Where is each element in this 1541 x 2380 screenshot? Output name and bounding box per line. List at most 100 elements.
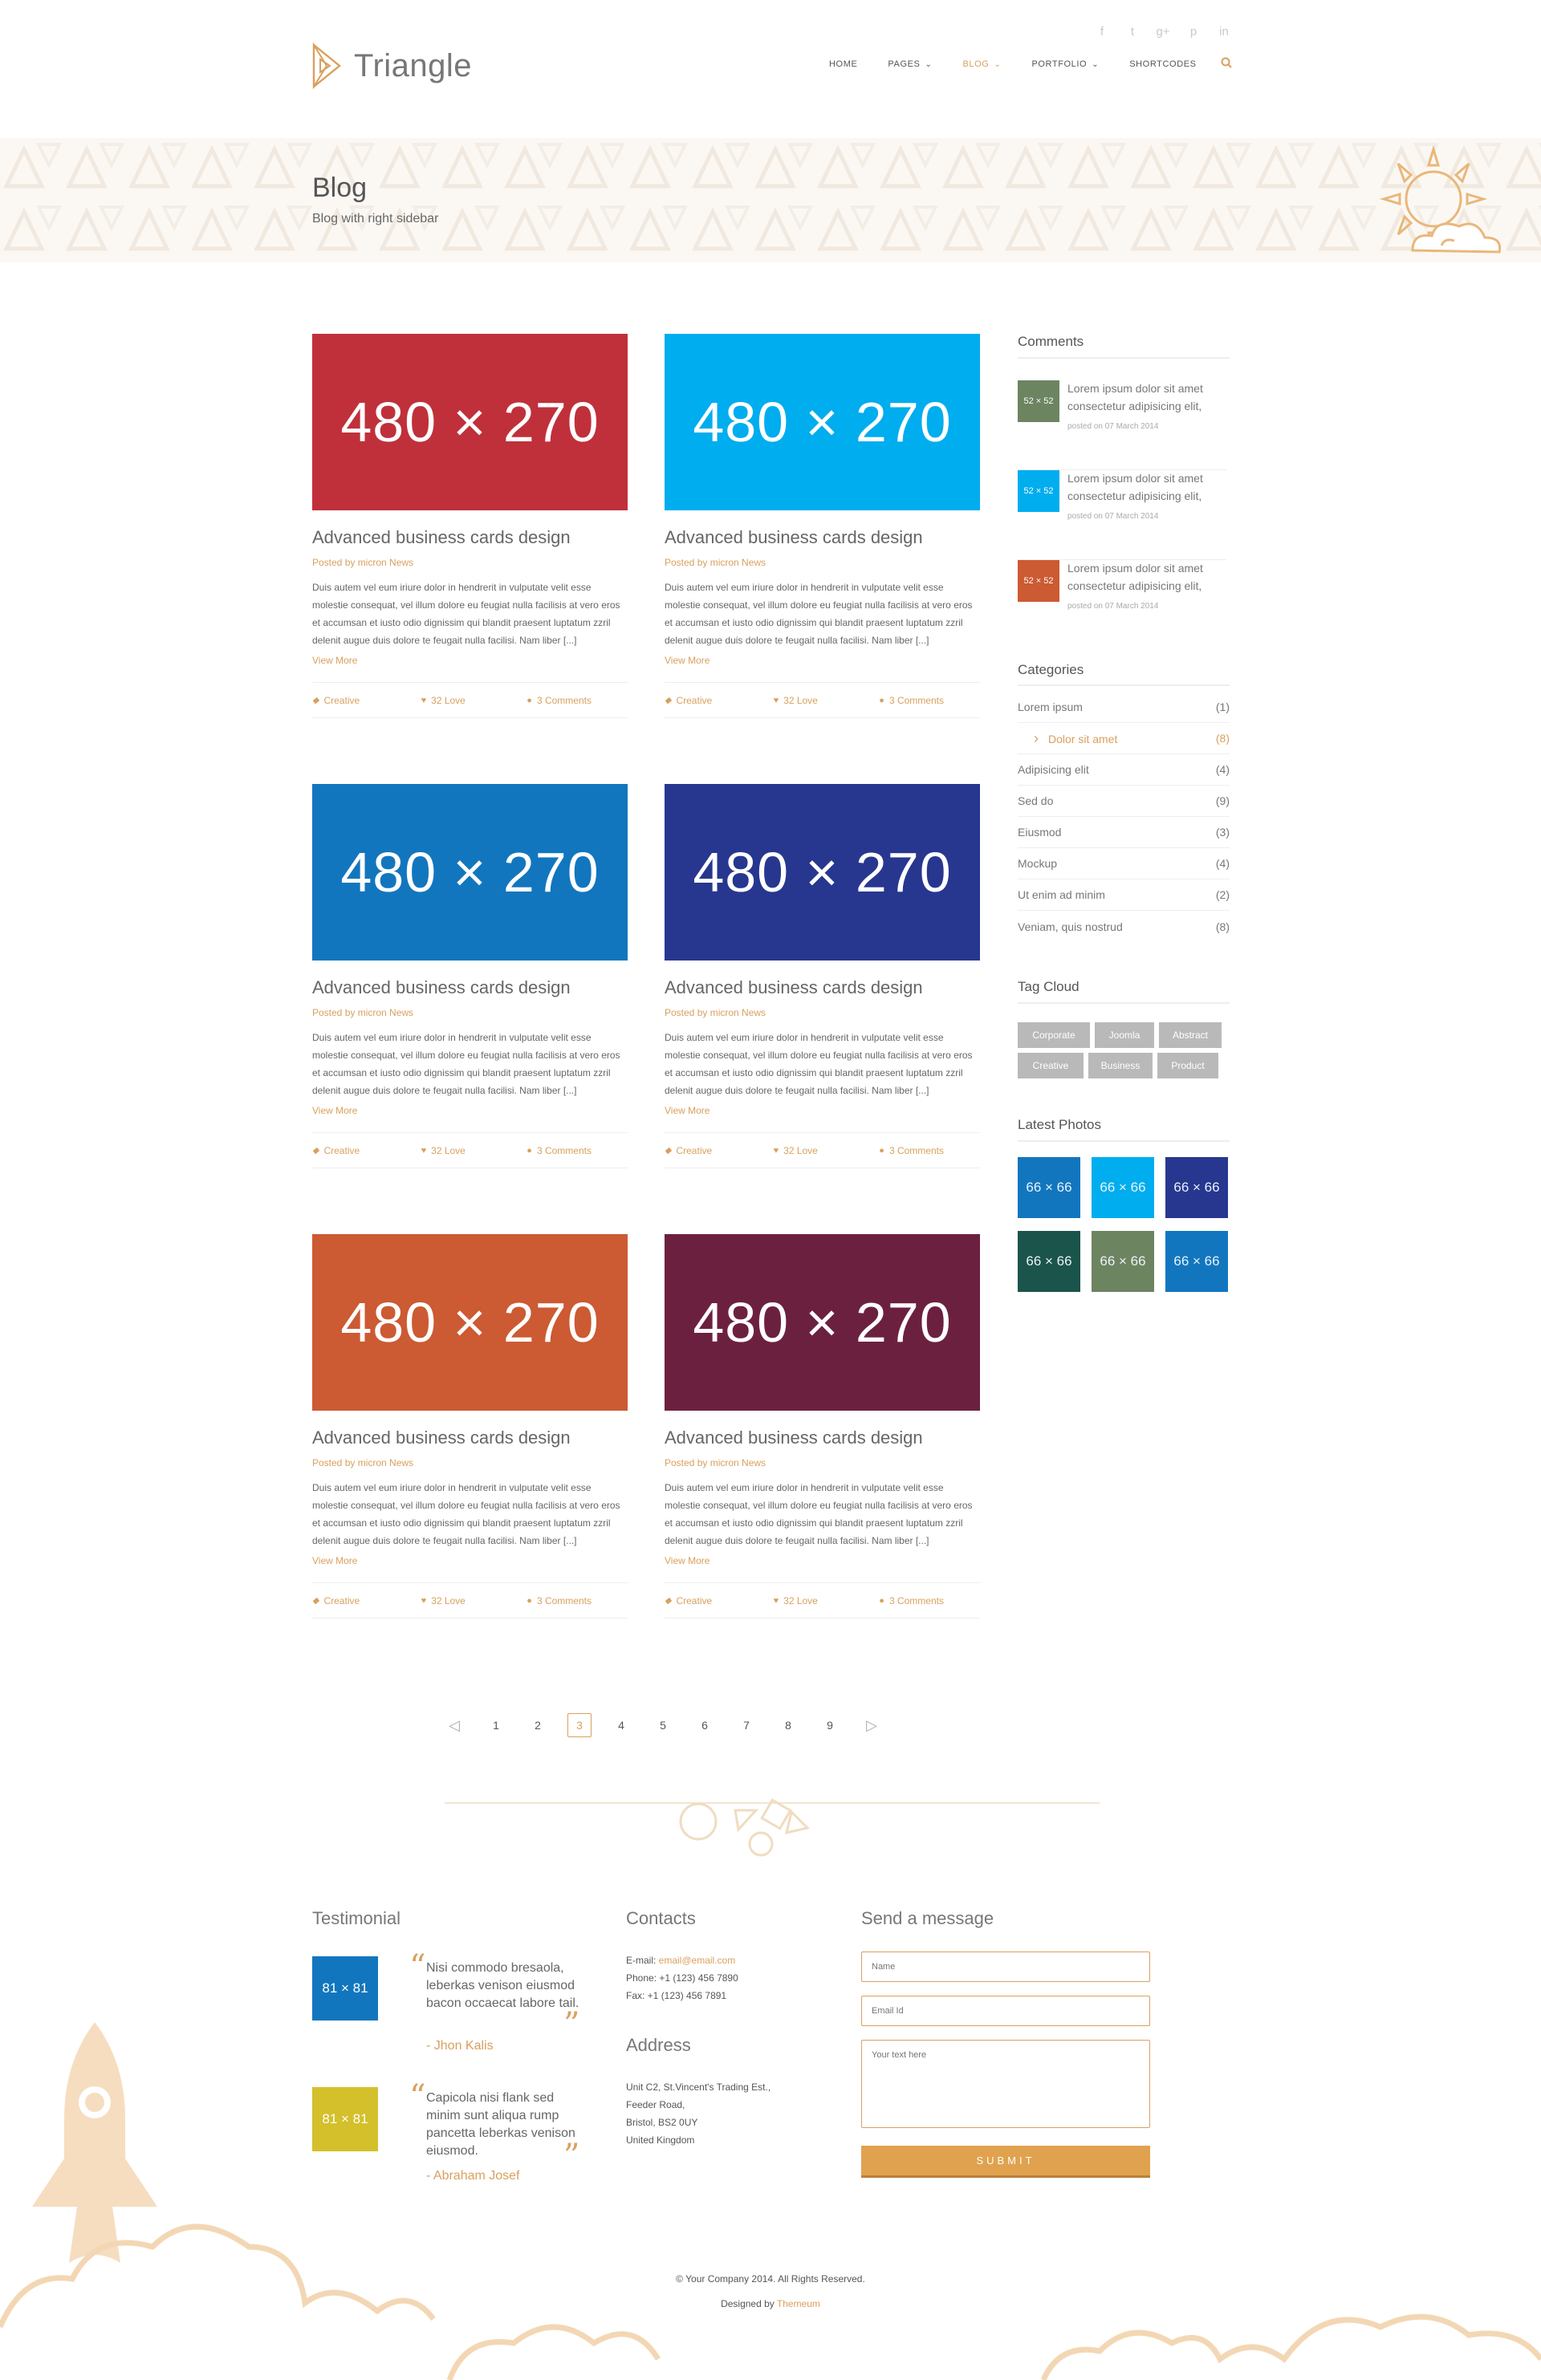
search-icon[interactable] — [1221, 57, 1232, 71]
next-page-icon[interactable]: ▷ — [851, 1717, 892, 1734]
post-author[interactable]: Posted by micron News — [312, 1007, 628, 1018]
category-item[interactable]: Veniam, quis nostrud (8) — [1018, 911, 1230, 942]
message-textarea[interactable] — [861, 2040, 1150, 2128]
post-title[interactable]: Advanced business cards design — [665, 977, 980, 998]
site-header: f t g+ p in Triangle HOME PAGES ⌄ BLOG ⌄ P… — [0, 0, 1541, 138]
post-comments[interactable]: ● 3 Comments — [879, 695, 944, 706]
post-category[interactable]: ◆ Creative — [665, 1595, 712, 1606]
recent-comment[interactable]: 52 × 52 Lorem ipsum dolor sit amet conse… — [1018, 380, 1226, 470]
dribbble-icon[interactable]: p — [1186, 24, 1201, 39]
latest-photo[interactable]: 66 × 66 — [1092, 1157, 1154, 1218]
post-comments[interactable]: ● 3 Comments — [879, 1145, 944, 1156]
post-title[interactable]: Advanced business cards design — [665, 527, 980, 548]
post-comments[interactable]: ● 3 Comments — [527, 1595, 592, 1606]
view-more-link[interactable]: View More — [312, 655, 628, 666]
nav-shortcodes[interactable]: SHORTCODES — [1129, 59, 1196, 69]
facebook-icon[interactable]: f — [1095, 24, 1109, 39]
site-logo[interactable]: Triangle — [312, 42, 472, 90]
post-category[interactable]: ◆ Creative — [312, 1595, 360, 1606]
post-category[interactable]: ◆ Creative — [312, 695, 360, 706]
latest-photo[interactable]: 66 × 66 — [1018, 1231, 1080, 1292]
view-more-link[interactable]: View More — [665, 655, 980, 666]
post-category[interactable]: ◆ Creative — [665, 1145, 712, 1156]
post-meta: ◆ Creative ♥ 32 Love ● 3 Comments — [312, 1582, 628, 1618]
post-category[interactable]: ◆ Creative — [665, 695, 712, 706]
post-thumbnail[interactable]: 480 × 270 — [665, 1234, 980, 1411]
page-link[interactable]: 7 — [726, 1719, 767, 1732]
email-link[interactable]: email@email.com — [659, 1955, 736, 1966]
view-more-link[interactable]: View More — [312, 1105, 628, 1116]
prev-page-icon[interactable]: ◁ — [433, 1717, 475, 1734]
triangle-logo-icon — [312, 42, 341, 90]
post-thumbnail[interactable]: 480 × 270 — [312, 334, 628, 510]
nav-portfolio[interactable]: PORTFOLIO ⌄ — [1031, 59, 1099, 69]
nav-home[interactable]: HOME — [829, 59, 857, 69]
linkedin-icon[interactable]: in — [1217, 24, 1231, 39]
post-title[interactable]: Advanced business cards design — [665, 1428, 980, 1448]
latest-photo[interactable]: 66 × 66 — [1018, 1157, 1080, 1218]
page-link[interactable]: 8 — [767, 1719, 809, 1732]
post-love[interactable]: ♥ 32 Love — [774, 1595, 818, 1606]
category-item[interactable]: Dolor sit amet (8) — [1018, 723, 1230, 754]
email-field[interactable] — [861, 1996, 1150, 2026]
category-item[interactable]: Sed do (9) — [1018, 786, 1230, 817]
designer-link[interactable]: Themeum — [777, 2298, 820, 2309]
post-thumbnail[interactable]: 480 × 270 — [312, 1234, 628, 1411]
page-link-current[interactable]: 3 — [567, 1713, 592, 1737]
post-love[interactable]: ♥ 32 Love — [774, 695, 818, 706]
category-item[interactable]: Mockup (4) — [1018, 848, 1230, 879]
tag-chip[interactable]: Corporate — [1018, 1022, 1090, 1048]
post-title[interactable]: Advanced business cards design — [312, 1428, 628, 1448]
post-love[interactable]: ♥ 32 Love — [421, 1595, 466, 1606]
tag-chip[interactable]: Creative — [1018, 1053, 1084, 1078]
view-more-link[interactable]: View More — [312, 1555, 628, 1566]
post-comments[interactable]: ● 3 Comments — [527, 1145, 592, 1156]
email-label: E-mail: — [626, 1955, 659, 1966]
recent-comment[interactable]: 52 × 52 Lorem ipsum dolor sit amet conse… — [1018, 560, 1226, 650]
tag-chip[interactable]: Business — [1088, 1053, 1153, 1078]
post-author[interactable]: Posted by micron News — [665, 1457, 980, 1468]
post-love[interactable]: ♥ 32 Love — [421, 1145, 466, 1156]
category-item[interactable]: Lorem ipsum (1) — [1018, 692, 1230, 723]
recent-comment[interactable]: 52 × 52 Lorem ipsum dolor sit amet conse… — [1018, 470, 1226, 560]
tag-chip[interactable]: Product — [1157, 1053, 1218, 1078]
post-thumbnail[interactable]: 480 × 270 — [665, 784, 980, 961]
post-thumbnail[interactable]: 480 × 270 — [665, 334, 980, 510]
post-comments[interactable]: ● 3 Comments — [879, 1595, 944, 1606]
love-label: 32 Love — [431, 1144, 466, 1156]
google-plus-icon[interactable]: g+ — [1156, 24, 1170, 39]
post-excerpt: Duis autem vel eum iriure dolor in hendr… — [665, 582, 973, 646]
latest-photo[interactable]: 66 × 66 — [1092, 1231, 1154, 1292]
page-link[interactable]: 9 — [809, 1719, 851, 1732]
view-more-link[interactable]: View More — [665, 1105, 980, 1116]
post-category[interactable]: ◆ Creative — [312, 1145, 360, 1156]
name-field[interactable] — [861, 1952, 1150, 1982]
submit-button[interactable]: SUBMIT — [861, 2146, 1150, 2178]
latest-photo[interactable]: 66 × 66 — [1165, 1157, 1228, 1218]
page-link[interactable]: 5 — [642, 1719, 684, 1732]
post-author[interactable]: Posted by micron News — [665, 557, 980, 568]
category-item[interactable]: Eiusmod (3) — [1018, 817, 1230, 848]
post-author[interactable]: Posted by micron News — [665, 1007, 980, 1018]
nav-pages[interactable]: PAGES ⌄ — [888, 59, 932, 69]
post-love[interactable]: ♥ 32 Love — [774, 1145, 818, 1156]
twitter-icon[interactable]: t — [1125, 24, 1140, 39]
page-link[interactable]: 4 — [600, 1719, 642, 1732]
category-item[interactable]: Ut enim ad minim (2) — [1018, 879, 1230, 911]
page-link[interactable]: 1 — [475, 1719, 517, 1732]
latest-photo[interactable]: 66 × 66 — [1165, 1231, 1228, 1292]
tag-chip[interactable]: Joomla — [1095, 1022, 1154, 1048]
post-title[interactable]: Advanced business cards design — [312, 977, 628, 998]
post-author[interactable]: Posted by micron News — [312, 557, 628, 568]
page-link[interactable]: 2 — [517, 1719, 559, 1732]
post-love[interactable]: ♥ 32 Love — [421, 695, 466, 706]
nav-blog[interactable]: BLOG ⌄ — [962, 59, 1001, 69]
view-more-link[interactable]: View More — [665, 1555, 980, 1566]
category-item[interactable]: Adipisicing elit (4) — [1018, 754, 1230, 786]
page-link[interactable]: 6 — [684, 1719, 726, 1732]
tag-chip[interactable]: Abstract — [1159, 1022, 1222, 1048]
post-thumbnail[interactable]: 480 × 270 — [312, 784, 628, 961]
post-author[interactable]: Posted by micron News — [312, 1457, 628, 1468]
post-comments[interactable]: ● 3 Comments — [527, 695, 592, 706]
post-title[interactable]: Advanced business cards design — [312, 527, 628, 548]
